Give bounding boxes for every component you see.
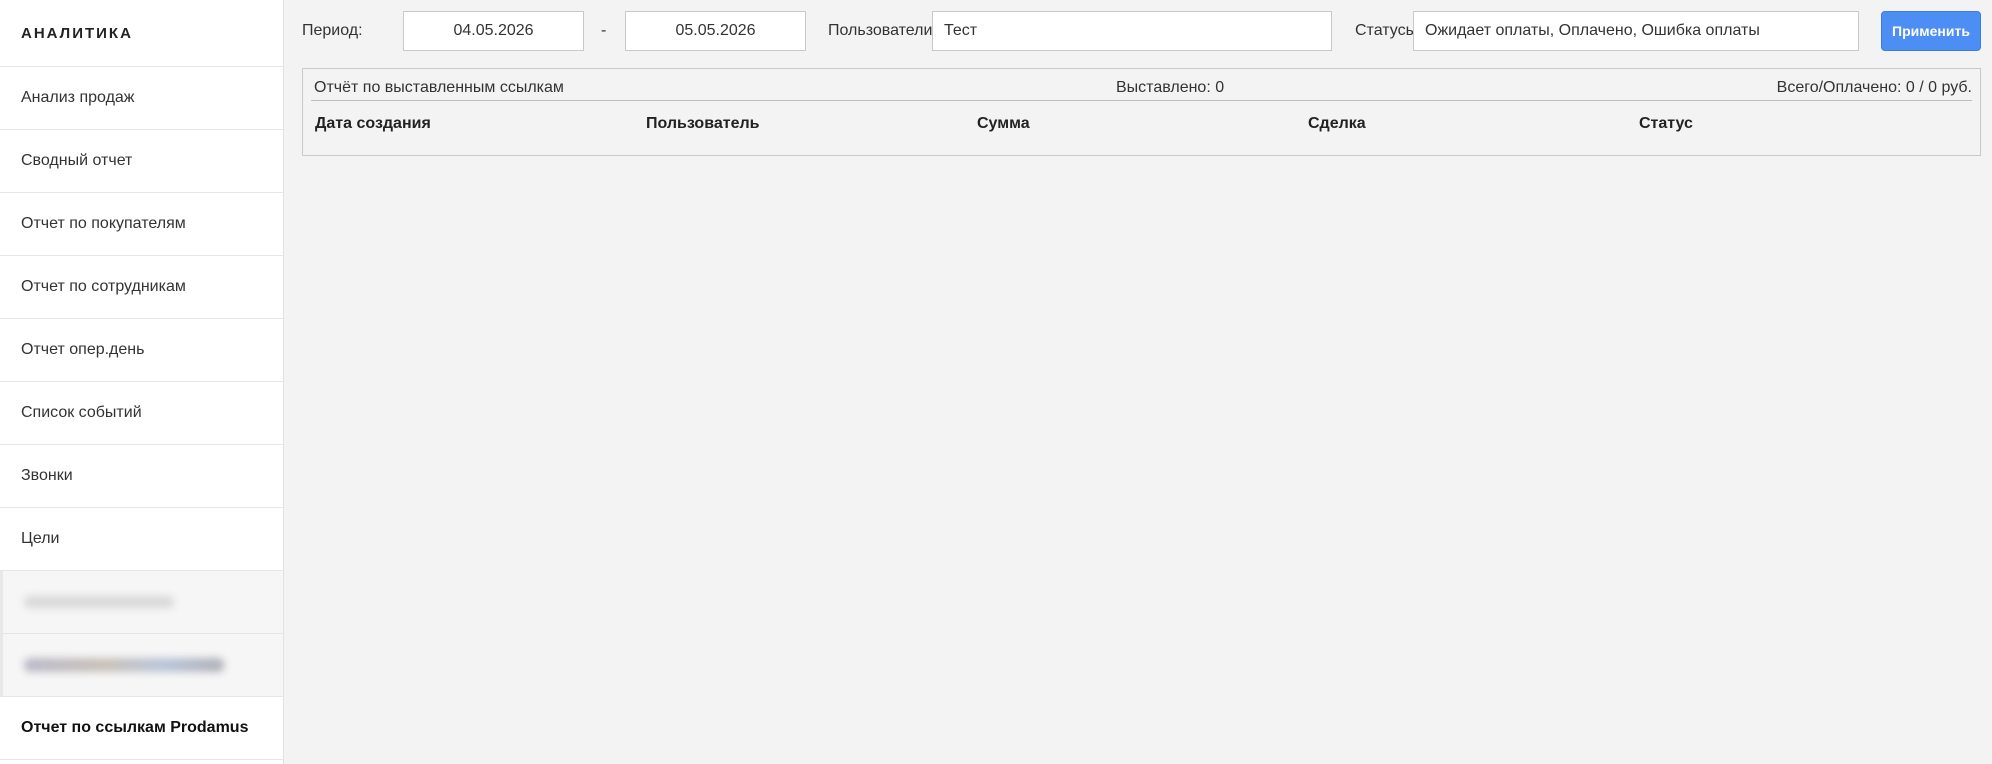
sidebar-title: АНАЛИТИКА (0, 0, 283, 67)
date-separator: - (601, 22, 607, 39)
redacted-text (24, 658, 224, 672)
redacted-text (24, 596, 174, 608)
sidebar: АНАЛИТИКА Анализ продаж Сводный отчет От… (0, 0, 284, 764)
column-header-status[interactable]: Статус (1639, 115, 1693, 133)
report-summary: Отчёт по выставленным ссылкам Выставлено… (311, 79, 1972, 101)
sidebar-item-redacted[interactable] (0, 634, 283, 697)
users-input[interactable]: Тест (932, 11, 1332, 51)
sidebar-item-goals[interactable]: Цели (0, 508, 283, 571)
sidebar-item-summary-report[interactable]: Сводный отчет (0, 130, 283, 193)
report-title: Отчёт по выставленным ссылкам (314, 79, 564, 96)
date-to-input[interactable]: 05.05.2026 (625, 11, 806, 51)
report-panel: Отчёт по выставленным ссылкам Выставлено… (302, 68, 1981, 156)
column-header-user[interactable]: Пользователь (646, 115, 759, 133)
issued-count: Выставлено: 0 (1116, 79, 1225, 96)
sidebar-item-customers-report[interactable]: Отчет по покупателям (0, 193, 283, 256)
period-label: Период: (302, 22, 363, 39)
column-header-deal[interactable]: Сделка (1308, 115, 1366, 133)
column-header-created-date[interactable]: Дата создания (315, 115, 431, 133)
sidebar-item-events-list[interactable]: Список событий (0, 382, 283, 445)
sidebar-item-calls[interactable]: Звонки (0, 445, 283, 508)
column-header-amount[interactable]: Сумма (977, 115, 1030, 133)
apply-button[interactable]: Применить (1881, 11, 1981, 51)
sidebar-item-redacted[interactable] (0, 571, 283, 634)
users-label: Пользователи (828, 22, 933, 39)
sidebar-item-sales-analysis[interactable]: Анализ продаж (0, 67, 283, 130)
sidebar-item-employees-report[interactable]: Отчет по сотрудникам (0, 256, 283, 319)
sidebar-item-prodamus-links-report[interactable]: Отчет по ссылкам Prodamus (0, 697, 283, 760)
statuses-label: Статусы (1355, 22, 1418, 39)
statuses-select[interactable]: Ожидает оплаты, Оплачено, Ошибка оплаты (1413, 11, 1859, 51)
date-from-input[interactable]: 04.05.2026 (403, 11, 584, 51)
sidebar-item-operday-report[interactable]: Отчет опер.день (0, 319, 283, 382)
total-paid: Всего/Оплачено: 0 / 0 руб. (1776, 79, 1972, 96)
